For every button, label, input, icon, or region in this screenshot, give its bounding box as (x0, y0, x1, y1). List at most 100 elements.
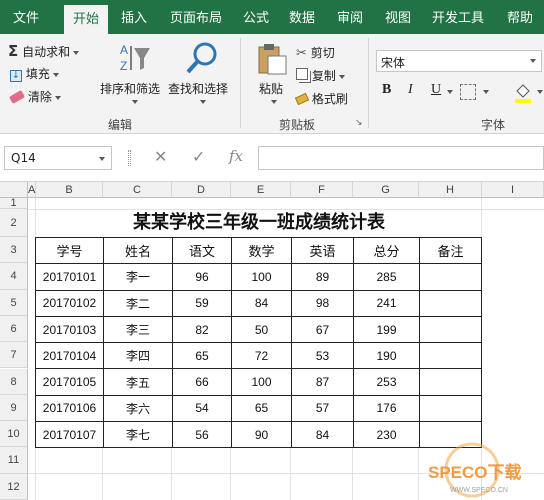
cell[interactable]: 190 (353, 342, 420, 370)
dialog-launcher-icon[interactable]: ↘ (355, 118, 363, 128)
cell[interactable]: 20170103 (35, 315, 104, 344)
fill-color-icon[interactable] (514, 83, 532, 103)
row-header-12[interactable]: 12 (0, 473, 28, 500)
copy-button[interactable]: 复制 (296, 67, 345, 84)
cell[interactable]: 82 (172, 315, 232, 344)
cell[interactable]: 100 (231, 368, 292, 396)
column-header-h[interactable]: H (419, 182, 482, 198)
italic-button[interactable]: I (408, 82, 413, 98)
cell[interactable] (419, 368, 482, 396)
cell[interactable] (419, 342, 482, 370)
column-header-e[interactable]: E (231, 182, 291, 198)
tab-review[interactable]: 审阅 (330, 0, 370, 34)
format-painter-button[interactable]: 格式刷 (294, 90, 348, 107)
cell[interactable]: 59 (172, 289, 232, 317)
row-header-5[interactable]: 5 (0, 289, 28, 316)
column-header-i[interactable]: I (482, 182, 544, 198)
cell[interactable]: 90 (231, 421, 292, 449)
tab-help[interactable]: 帮助 (500, 0, 540, 34)
cell[interactable]: 20170106 (35, 394, 104, 423)
cell[interactable]: 李四 (103, 342, 173, 370)
column-header-c[interactable]: C (103, 182, 172, 198)
column-header-d[interactable]: D (172, 182, 231, 198)
cell[interactable]: 84 (291, 421, 354, 449)
tab-view[interactable]: 视图 (378, 0, 418, 34)
row-header-11[interactable]: 11 (0, 447, 28, 474)
cell[interactable]: 李五 (103, 368, 173, 396)
cell[interactable]: 20170101 (35, 263, 104, 291)
header-cell[interactable]: 英语 (291, 236, 354, 265)
cell[interactable]: 96 (172, 263, 232, 291)
column-header-b[interactable]: B (36, 182, 103, 198)
enter-icon[interactable]: ✓ (192, 147, 205, 166)
tab-home[interactable]: 开始 (64, 5, 108, 34)
cell[interactable]: 72 (231, 342, 292, 370)
row-header-9[interactable]: 9 (0, 394, 28, 422)
sort-filter-button[interactable]: 排序和筛选 (100, 80, 160, 97)
row-header-7[interactable]: 7 (0, 342, 28, 369)
clear-button[interactable]: 清除 (8, 88, 61, 105)
header-cell[interactable]: 语文 (172, 236, 232, 265)
cell[interactable]: 李六 (103, 394, 173, 423)
select-all-corner[interactable] (0, 182, 28, 198)
name-box[interactable]: Q14 (4, 146, 112, 170)
tab-insert[interactable]: 插入 (114, 0, 154, 34)
header-cell[interactable]: 总分 (353, 236, 420, 265)
row-header-2[interactable]: 2 (0, 209, 28, 237)
cell[interactable]: 66 (172, 368, 232, 396)
cell[interactable]: 54 (172, 394, 232, 423)
row-header-10[interactable]: 10 (0, 421, 28, 448)
header-cell[interactable]: 数学 (231, 236, 292, 265)
column-header-g[interactable]: G (353, 182, 419, 198)
cell[interactable] (419, 394, 482, 423)
find-select-button[interactable]: 查找和选择 (168, 80, 228, 97)
sheet-title[interactable]: 某某学校三年级一班成绩统计表 (36, 210, 482, 236)
tab-file[interactable]: 文件 (6, 0, 46, 34)
header-cell[interactable]: 备注 (419, 236, 482, 265)
row-header-4[interactable]: 4 (0, 263, 28, 290)
underline-button[interactable]: U (431, 82, 441, 98)
cell[interactable]: 84 (231, 289, 292, 317)
cell[interactable]: 李一 (103, 263, 173, 291)
cell[interactable]: 20170102 (35, 289, 104, 317)
borders-icon[interactable] (460, 84, 476, 100)
grip-handle[interactable] (128, 150, 131, 166)
cell[interactable]: 李二 (103, 289, 173, 317)
cell[interactable]: 100 (231, 263, 292, 291)
cancel-icon[interactable]: ✕ (154, 147, 167, 166)
cell[interactable]: 53 (291, 342, 354, 370)
cell[interactable]: 98 (291, 289, 354, 317)
column-header-a[interactable]: A (28, 182, 36, 198)
cell[interactable]: 李三 (103, 315, 173, 344)
cell[interactable]: 67 (291, 315, 354, 344)
fill-button[interactable]: ↓ 填充 (10, 65, 59, 82)
cell[interactable]: 20170105 (35, 368, 104, 396)
cell[interactable]: 65 (172, 342, 232, 370)
cell[interactable]: 176 (353, 394, 420, 423)
column-header-f[interactable]: F (291, 182, 353, 198)
cell[interactable]: 李七 (103, 421, 173, 449)
font-name-select[interactable]: 宋体 (376, 50, 542, 72)
cut-button[interactable]: ✂ 剪切 (296, 44, 335, 61)
row-header-1[interactable]: 1 (0, 198, 28, 209)
cell[interactable] (419, 263, 482, 291)
autosum-button[interactable]: Σ 自动求和 (8, 42, 80, 60)
cell[interactable]: 199 (353, 315, 420, 344)
cell[interactable]: 50 (231, 315, 292, 344)
cell[interactable]: 20170107 (35, 421, 104, 449)
paste-button[interactable]: 粘贴 (259, 80, 283, 97)
cell[interactable]: 20170104 (35, 342, 104, 370)
bold-button[interactable]: B (382, 82, 391, 98)
tab-page-layout[interactable]: 页面布局 (162, 0, 230, 34)
header-cell[interactable]: 学号 (35, 236, 104, 265)
cell[interactable] (419, 289, 482, 317)
tab-formulas[interactable]: 公式 (236, 0, 276, 34)
row-header-6[interactable]: 6 (0, 315, 28, 343)
cell[interactable] (419, 315, 482, 344)
cell[interactable]: 57 (291, 394, 354, 423)
cell[interactable]: 230 (353, 421, 420, 449)
row-header-8[interactable]: 8 (0, 368, 28, 395)
cell[interactable]: 87 (291, 368, 354, 396)
formula-input[interactable] (258, 146, 544, 170)
cell[interactable]: 285 (353, 263, 420, 291)
